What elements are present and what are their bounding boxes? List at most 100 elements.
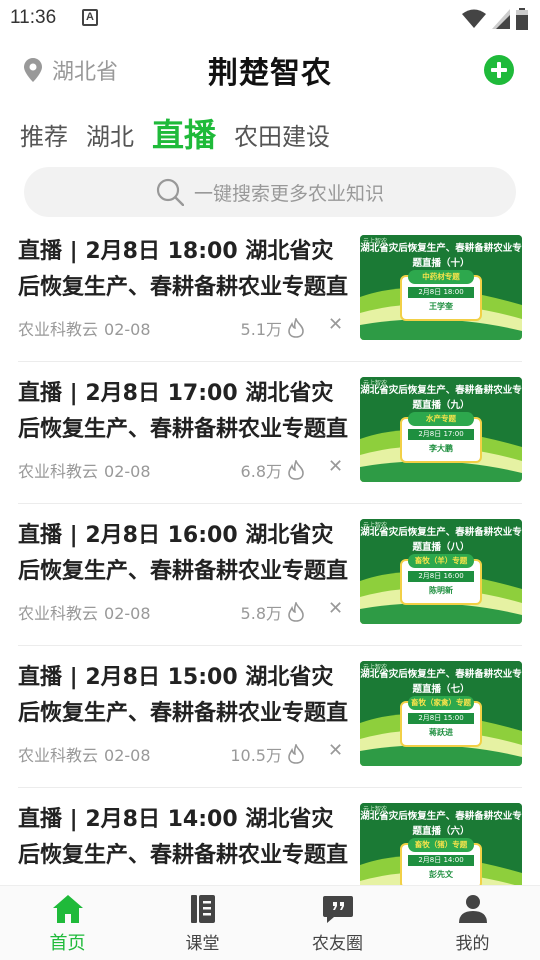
flame-icon [288,460,304,480]
thumb-heading: 湖北省灾后恢复生产、春耕备耕农业专题直播（十） [360,243,522,269]
item-source: 农业科教云 [18,462,99,481]
item-date: 02-08 [104,320,151,339]
feed-item[interactable]: 直播 | 2月8日 17:00 湖北省灾后恢复生产、春耕备耕农业专题直播（九） … [18,362,522,504]
item-meta: 农业科教云 02-08 [18,742,151,766]
chat-quote-icon [322,896,353,923]
nav-community[interactable]: 农友圈 [270,886,405,960]
dismiss-icon[interactable]: ✕ [328,742,343,760]
view-count: 6.8万 [240,462,282,481]
thumb-topic: 水产专题 [408,412,474,426]
tab-recommend[interactable]: 推荐 [20,117,68,160]
thumb-card: 中药材专题 2月8日 18:00 王学奎 [400,270,482,321]
status-icons [462,8,528,30]
feed-item[interactable]: 直播 | 2月8日 15:00 湖北省灾后恢复生产、春耕备耕农业专题直播（七） … [18,646,522,788]
item-thumbnail: 云上智农 湖北省灾后恢复生产、春耕备耕农业专题直播（七） 畜牧（家禽）专题 2月… [360,661,522,766]
news-feed: 直播 | 2月8日 18:00 湖北省灾后恢复生产、春耕备耕农业专题直播（十） … [0,220,540,885]
item-title: 直播 | 2月8日 14:00 湖北省灾后恢复生产、春耕备耕农业专题直播（六） [18,807,349,868]
item-title: 直播 | 2月8日 15:00 湖北省灾后恢复生产、春耕备耕农业专题直播（七） [18,665,349,726]
item-thumbnail: 云上智农 湖北省灾后恢复生产、春耕备耕农业专题直播（八） 畜牧（羊）专题 2月8… [360,519,522,624]
flame-icon [288,744,304,764]
thumb-speaker: 李大鹏 [429,444,453,453]
nav-label: 课堂 [185,934,220,954]
thumb-time: 2月8日 14:00 [408,855,474,866]
nav-label: 农友圈 [312,934,363,954]
view-count: 5.8万 [240,604,282,623]
nav-label: 首页 [49,933,86,954]
signal-icon [492,9,510,29]
thumb-topic: 畜牧（猪）专题 [408,838,474,852]
item-thumbnail: 云上智农 湖北省灾后恢复生产、春耕备耕农业专题直播（六） 畜牧（猪）专题 2月8… [360,803,522,885]
dismiss-icon[interactable]: ✕ [328,600,343,618]
flame-icon [288,318,304,338]
thumb-speaker: 王学奎 [429,302,453,311]
view-count: 5.1万 [240,320,282,339]
item-meta: 农业科教云 02-08 [18,316,151,340]
thumb-heading: 湖北省灾后恢复生产、春耕备耕农业专题直播（八） [360,527,522,553]
item-source: 农业科教云 [18,604,99,623]
thumb-speaker: 陈明新 [429,586,453,595]
feed-item[interactable]: 直播 | 2月8日 18:00 湖北省灾后恢复生产、春耕备耕农业专题直播（十） … [18,220,522,362]
search-icon [156,178,184,206]
feed-item[interactable]: 直播 | 2月8日 14:00 湖北省灾后恢复生产、春耕备耕农业专题直播（六） … [18,788,522,885]
thumb-time: 2月8日 15:00 [408,713,474,724]
category-tabs: 推荐 湖北 直播 农田建设 [20,110,348,160]
thumb-time: 2月8日 18:00 [408,287,474,298]
item-views: 10.5万 [230,742,304,766]
thumb-time: 2月8日 17:00 [408,429,474,440]
tab-live[interactable]: 直播 [152,110,216,160]
status-time: 11:36 [10,7,57,28]
item-meta: 农业科教云 02-08 [18,458,151,482]
thumb-heading: 湖北省灾后恢复生产、春耕备耕农业专题直播（七） [360,669,522,695]
nav-label: 我的 [455,934,490,954]
search-bar[interactable]: 一键搜索更多农业知识 [24,167,516,217]
search-placeholder: 一键搜索更多农业知识 [193,182,384,205]
item-title: 直播 | 2月8日 18:00 湖北省灾后恢复生产、春耕备耕农业专题直播（十） [18,239,349,300]
add-button[interactable] [484,55,514,85]
item-views: 5.8万 [241,600,304,624]
status-bar: 11:36 A [0,0,540,38]
feed-item[interactable]: 直播 | 2月8日 16:00 湖北省灾后恢复生产、春耕备耕农业专题直播（八） … [18,504,522,646]
item-date: 02-08 [104,746,151,765]
thumb-speaker: 彭先文 [429,870,453,879]
user-icon [458,895,487,923]
book-icon [190,895,215,923]
app-title: 荆楚智农 [208,56,332,91]
nav-home[interactable]: 首页 [0,886,135,960]
thumb-topic: 畜牧（家禽）专题 [408,696,474,710]
home-icon [52,895,83,923]
nav-classroom[interactable]: 课堂 [135,886,270,960]
item-thumbnail: 云上智农 湖北省灾后恢复生产、春耕备耕农业专题直播（十） 中药材专题 2月8日 … [360,235,522,340]
item-views: 6.8万 [241,458,304,482]
thumb-speaker: 蒋跃进 [429,728,453,737]
item-thumbnail: 云上智农 湖北省灾后恢复生产、春耕备耕农业专题直播（九） 水产专题 2月8日 1… [360,377,522,482]
bottom-nav: 首页 课堂 农友圈 我的 [0,885,540,960]
item-source: 农业科教云 [18,746,99,765]
nav-profile[interactable]: 我的 [405,886,540,960]
thumb-card: 畜牧（猪）专题 2月8日 14:00 彭先文 [400,838,482,885]
dismiss-icon[interactable]: ✕ [328,458,343,476]
flame-icon [288,602,304,622]
item-date: 02-08 [104,604,151,623]
view-count: 10.5万 [230,746,282,765]
wifi-icon [462,9,486,28]
item-meta: 农业科教云 02-08 [18,600,151,624]
thumb-card: 畜牧（羊）专题 2月8日 16:00 陈明新 [400,554,482,605]
notification-icon: A [82,9,98,26]
item-views: 5.1万 [241,316,304,340]
thumb-card: 畜牧（家禽）专题 2月8日 15:00 蒋跃进 [400,696,482,747]
thumb-heading: 湖北省灾后恢复生产、春耕备耕农业专题直播（六） [360,811,522,837]
battery-icon [516,8,528,30]
thumb-time: 2月8日 16:00 [408,571,474,582]
thumb-heading: 湖北省灾后恢复生产、春耕备耕农业专题直播（九） [360,385,522,411]
app-header: 湖北省 荆楚智农 [0,40,540,98]
thumb-topic: 中药材专题 [408,270,474,284]
tab-farmland[interactable]: 农田建设 [234,117,330,160]
thumb-card: 水产专题 2月8日 17:00 李大鹏 [400,412,482,463]
item-title: 直播 | 2月8日 16:00 湖北省灾后恢复生产、春耕备耕农业专题直播（八） [18,523,349,584]
dismiss-icon[interactable]: ✕ [328,316,343,334]
tab-hubei[interactable]: 湖北 [86,117,134,160]
item-title: 直播 | 2月8日 17:00 湖北省灾后恢复生产、春耕备耕农业专题直播（九） [18,381,349,442]
item-date: 02-08 [104,462,151,481]
thumb-topic: 畜牧（羊）专题 [408,554,474,568]
item-source: 农业科教云 [18,320,99,339]
